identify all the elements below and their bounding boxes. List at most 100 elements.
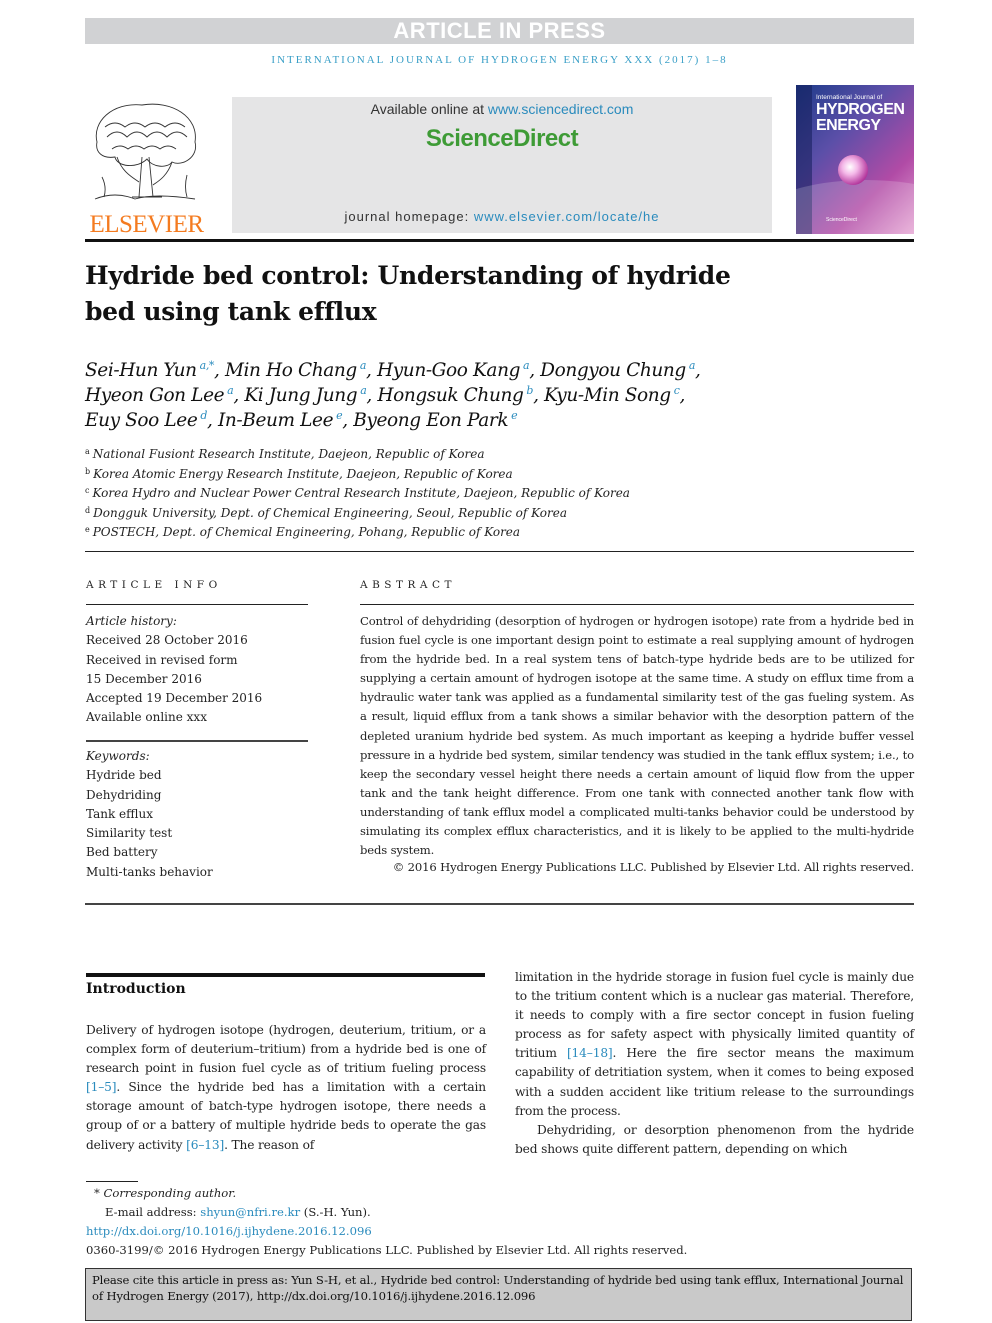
affiliation-text: POSTECH, Dept. of Chemical Engineering, … (92, 525, 521, 539)
article-info-divider (86, 604, 308, 605)
author-affiliation-marker[interactable]: e (511, 409, 518, 422)
keyword-item: Multi-tanks behavior (86, 864, 213, 879)
author-separator: , (366, 385, 378, 406)
citation-box: Please cite this article in press as: Yu… (85, 1268, 912, 1321)
affiliation-item: c Korea Hydro and Nuclear Power Central R… (85, 484, 785, 504)
doi-link[interactable]: http://dx.doi.org/10.1016/j.ijhydene.201… (86, 1222, 786, 1241)
keyword-item: Hydride bed (86, 768, 162, 783)
article-title-line1: Hydride bed control: Understanding of hy… (85, 261, 731, 290)
author-line-3: Euy Soo Lee d, In-Beum Lee e, Byeong Eon P… (85, 408, 785, 433)
cover-journal-of: International Journal of (816, 94, 883, 101)
affiliations-divider (85, 551, 914, 552)
affiliation-item: d Dongguk University, Dept. of Chemical E… (85, 504, 785, 524)
elsevier-wordmark: ELSEVIER (89, 211, 204, 238)
author-name[interactable]: In-Beum Lee (218, 410, 334, 431)
citation-link[interactable]: [1–5] (86, 1080, 117, 1094)
citation-link[interactable]: [6–13] (186, 1138, 224, 1152)
body-column-right: limitation in the hydride storage in fus… (515, 968, 914, 1159)
cover-title-line1: HYDROGEN (816, 101, 905, 118)
header-divider (85, 239, 914, 242)
author-separator: , (233, 385, 245, 406)
cover-title-line2: ENERGY (816, 117, 881, 134)
available-online-label: Available online at (370, 101, 488, 117)
email-suffix: (S.-H. Yun). (300, 1205, 371, 1219)
keyword-item: Dehydriding (86, 787, 162, 802)
intro-text: Delivery of hydrogen isotope (hydrogen, … (86, 1023, 486, 1076)
history-item: Received 28 October 2016 (86, 633, 248, 648)
email-label: E-mail address: (105, 1205, 201, 1219)
article-title-line2: bed using tank efflux (85, 297, 377, 326)
author-name[interactable]: Hyeon Gon Lee (85, 385, 225, 406)
sciencedirect-link[interactable]: www.sciencedirect.com (488, 101, 634, 117)
author-name[interactable]: Hongsuk Chung (377, 385, 523, 406)
author-separator: , (207, 410, 218, 431)
abstract-heading: ABSTRACT (360, 579, 457, 591)
keywords-label: Keywords: (86, 749, 150, 763)
keyword-item: Similarity test (86, 826, 173, 841)
affiliation-item: e POSTECH, Dept. of Chemical Engineering,… (85, 523, 785, 543)
author-separator: , (695, 360, 701, 381)
author-name[interactable]: Min Ho Chang (225, 360, 357, 381)
keyword-item: Bed battery (86, 845, 158, 860)
sciencedirect-header-box: Available online at www.sciencedirect.co… (232, 97, 772, 233)
article-history-label: Article history: (86, 614, 177, 628)
cover-swoosh (796, 180, 914, 234)
article-history: Article history: Received 28 October 201… (86, 612, 316, 728)
author-separator: , (533, 385, 545, 406)
author-separator: , (342, 410, 354, 431)
history-item: Accepted 19 December 2016 (86, 691, 263, 706)
history-item: Available online xxx (86, 710, 207, 725)
keywords-divider (86, 740, 308, 742)
author-line-1: Sei-Hun Yun a,*, Min Ho Chang a, Hyun-Goo … (85, 358, 785, 383)
affiliation-key: a (85, 447, 90, 456)
introduction-heading: Introduction (86, 981, 186, 997)
email-link[interactable]: shyun@nfri.re.kr (200, 1205, 300, 1219)
author-line-2: Hyeon Gon Lee a, Ki Jung Jung a, Hongsuk C… (85, 383, 785, 408)
article-in-press-banner: ARTICLE IN PRESS (85, 18, 914, 44)
author-name[interactable]: Ki Jung Jung (244, 385, 357, 406)
author-name[interactable]: Dongyou Chung (540, 360, 686, 381)
front-matter-divider (85, 903, 914, 905)
keywords-list: Keywords: Hydride bed Dehydriding Tank e… (86, 747, 316, 882)
author-separator: , (214, 360, 225, 381)
affiliation-text: Dongguk University, Dept. of Chemical En… (93, 505, 567, 520)
affiliation-list: a National Fusiont Research Institute, Da… (85, 445, 785, 543)
article-info-heading: ARTICLE INFO (86, 579, 222, 591)
journal-running-header: International Journal of Hydrogen Energy… (271, 54, 728, 66)
abstract-text: Control of dehydriding (desorption of hy… (360, 614, 914, 858)
author-name[interactable]: Euy Soo Lee (85, 410, 198, 431)
article-title: Hydride bed control: Understanding of hy… (85, 258, 785, 330)
abstract-divider (360, 604, 914, 605)
available-online-line: Available online at www.sciencedirect.co… (232, 101, 772, 117)
section-bar (86, 973, 485, 977)
author-name[interactable]: Hyun-Goo Kang (377, 360, 520, 381)
cover-footer-mark: ScienceDirect (826, 217, 857, 223)
journal-homepage-link[interactable]: www.elsevier.com/locate/he (474, 209, 660, 224)
journal-homepage-label: journal homepage: (344, 209, 474, 224)
footnote-divider (86, 1181, 138, 1182)
affiliation-text: Korea Atomic Energy Research Institute, … (93, 466, 513, 481)
history-item: Received in revised form (86, 652, 238, 667)
author-separator: , (679, 385, 686, 406)
affiliation-item: a National Fusiont Research Institute, Da… (85, 445, 785, 465)
author-name[interactable]: Kyu-Min Song (544, 385, 671, 406)
author-separator: , (366, 360, 378, 381)
email-line: E-mail address: shyun@nfri.re.kr (S.-H. … (86, 1203, 786, 1222)
corresponding-author-note: * Corresponding author. (94, 1186, 237, 1200)
sciencedirect-logo[interactable]: ScienceDirect (232, 125, 772, 153)
history-item: 15 December 2016 (86, 671, 202, 686)
affiliation-key: c (85, 486, 90, 495)
author-separator: , (529, 360, 541, 381)
author-list: Sei-Hun Yun a,*, Min Ho Chang a, Hyun-Goo … (85, 358, 785, 433)
cover-title: HYDROGEN ENERGY (816, 101, 905, 134)
author-name[interactable]: Byeong Eon Park (353, 410, 508, 431)
elsevier-tree-icon (94, 103, 197, 200)
citation-link[interactable]: [14–18] (567, 1046, 613, 1060)
elsevier-logo[interactable]: ELSEVIER (85, 95, 208, 238)
journal-cover-image[interactable]: International Journal of HYDROGEN ENERGY… (796, 85, 914, 234)
affiliation-key: d (85, 505, 91, 515)
author-affiliation-marker[interactable]: a,* (200, 359, 215, 372)
intro-paragraph-continued: limitation in the hydride storage in fus… (515, 968, 914, 1121)
author-name[interactable]: Sei-Hun Yun (85, 360, 197, 381)
abstract-copyright: © 2016 Hydrogen Energy Publications LLC.… (392, 860, 914, 874)
